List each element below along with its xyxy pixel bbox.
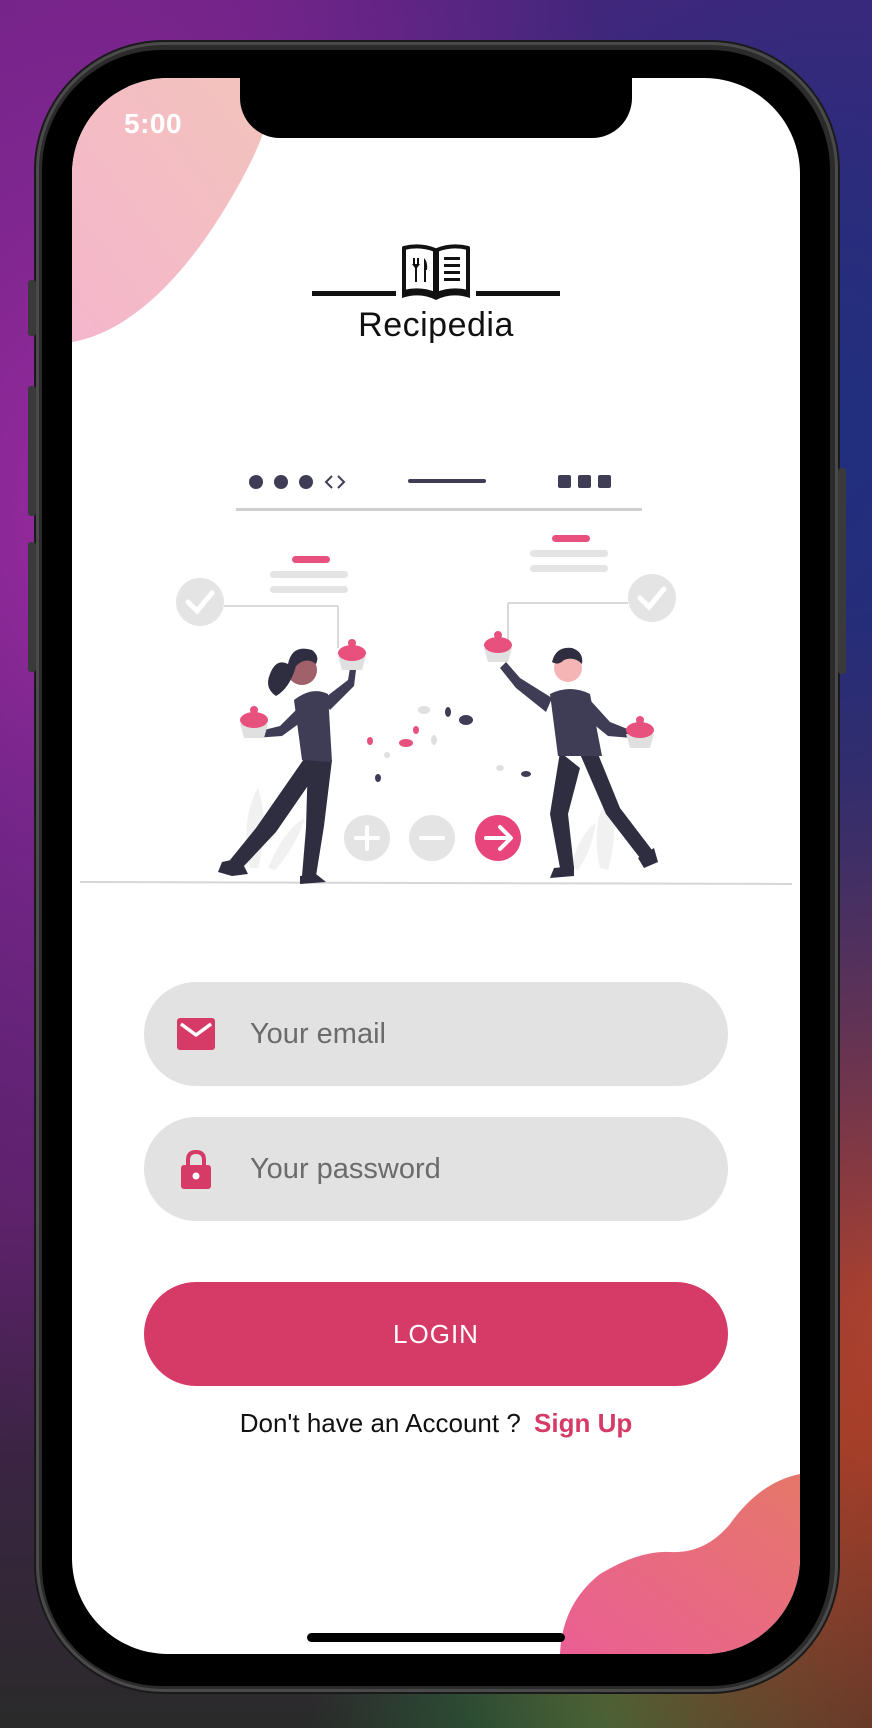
volume-down-button	[28, 542, 36, 672]
logo-line-right	[476, 291, 560, 296]
notch	[240, 78, 632, 138]
power-button	[838, 468, 846, 674]
signup-link[interactable]: Sign Up	[534, 1408, 632, 1438]
status-time: 5:00	[124, 108, 183, 139]
signup-row: Don't have an Account ? Sign Up	[72, 1408, 800, 1439]
recipe-book-icon	[402, 244, 470, 300]
home-indicator[interactable]	[307, 1633, 565, 1642]
check-icon	[176, 578, 224, 626]
password-field[interactable]	[144, 1117, 728, 1221]
plus-icon	[344, 815, 390, 861]
email-input[interactable]	[248, 1016, 692, 1052]
app-logo: Recipedia	[72, 238, 800, 345]
check-icon	[628, 574, 676, 622]
minus-icon	[409, 815, 455, 861]
decorative-blob-bottom	[560, 1474, 800, 1654]
app-screen: 5:00 Recipedia Your email LOGIN Don't ha…	[72, 78, 800, 1654]
side-button	[28, 280, 36, 336]
browser-bar-graphic	[236, 475, 642, 511]
app-name: Recipedia	[358, 306, 514, 344]
signup-prompt: Don't have an Account ?	[239, 1408, 521, 1438]
volume-up-button	[28, 386, 36, 516]
woman-figure	[218, 639, 366, 884]
hero-illustration	[80, 475, 792, 885]
arrow-right-icon	[475, 815, 521, 861]
lock-icon	[176, 1149, 216, 1189]
logo-line-left	[312, 291, 396, 296]
mail-icon	[176, 1014, 216, 1054]
password-input[interactable]	[248, 1151, 692, 1187]
email-field[interactable]	[144, 982, 728, 1086]
login-button[interactable]: LOGIN	[144, 1282, 728, 1386]
